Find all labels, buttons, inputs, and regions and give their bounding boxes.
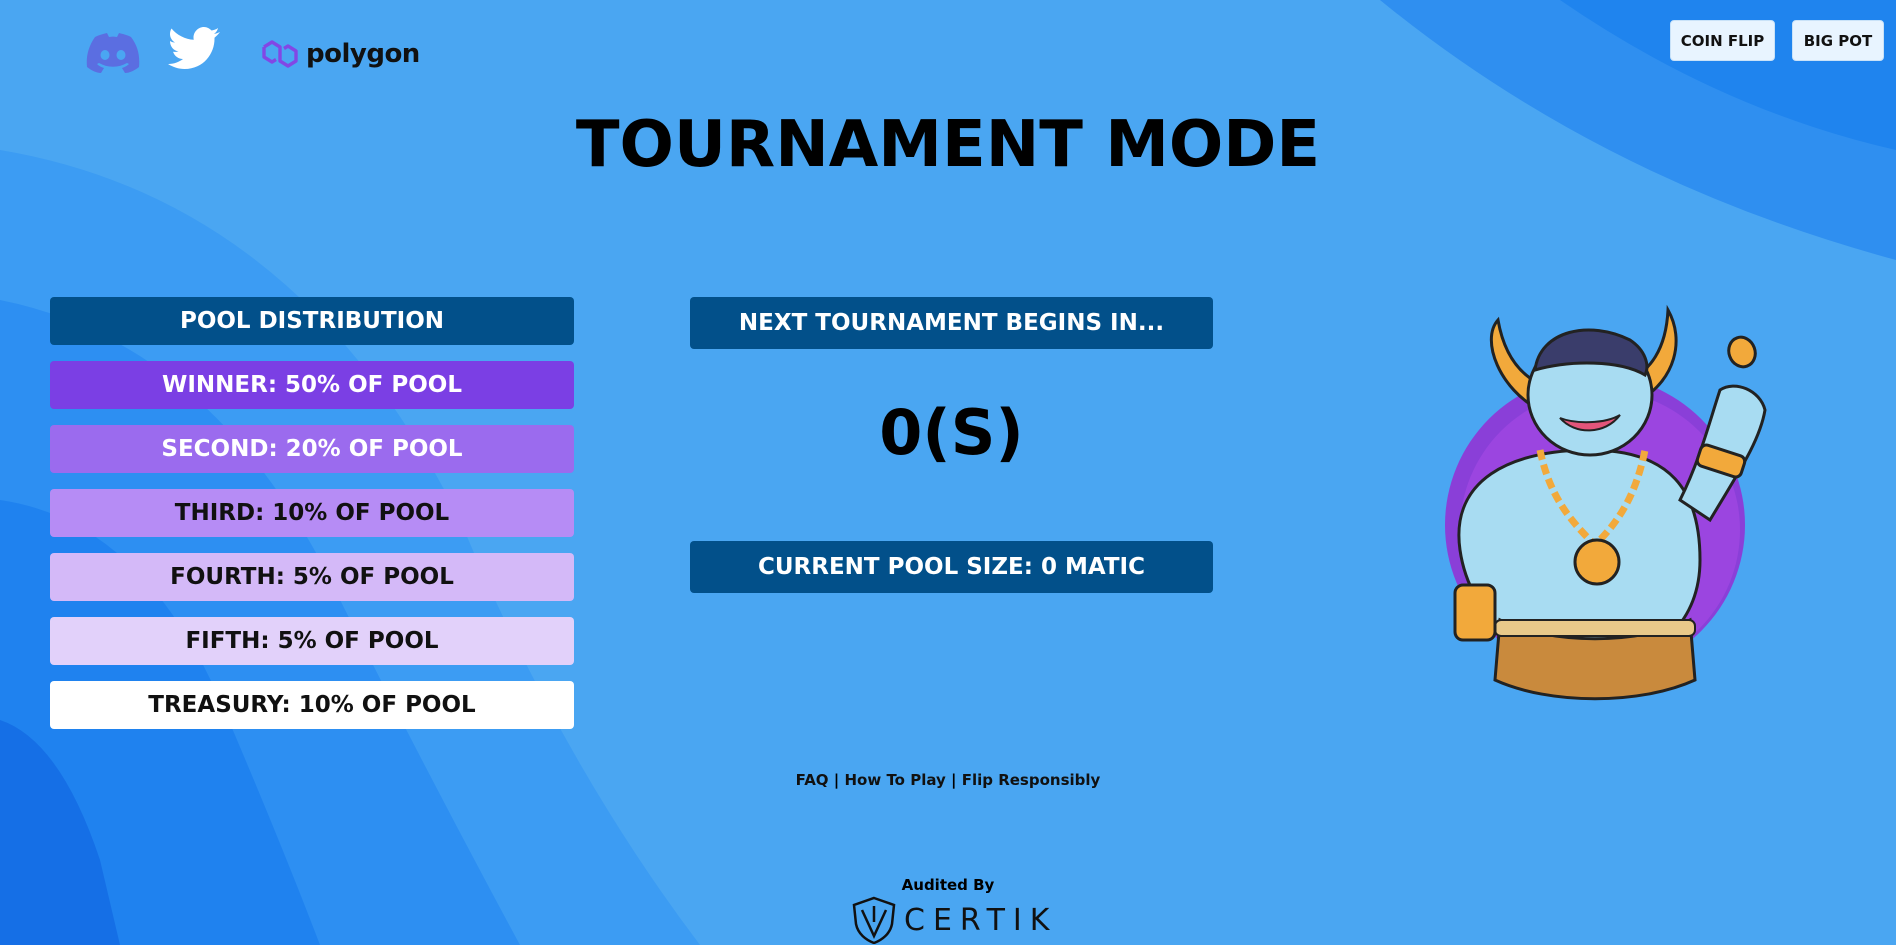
polygon-logo[interactable]: polygon — [260, 34, 420, 74]
next-tournament-label: NEXT TOURNAMENT BEGINS IN... — [690, 297, 1213, 349]
certik-logo[interactable]: CERTIK — [852, 896, 1057, 944]
distribution-row-treasury: TREASURY: 10% OF POOL — [50, 681, 574, 729]
twitter-icon[interactable] — [168, 27, 220, 71]
polygon-wordmark: polygon — [306, 39, 420, 69]
pool-distribution-header: POOL DISTRIBUTION — [50, 297, 574, 345]
coin-flip-button[interactable]: COIN FLIP — [1670, 20, 1775, 61]
footer-separator: | — [828, 771, 845, 789]
distribution-row-fifth: FIFTH: 5% OF POOL — [50, 617, 574, 665]
polygon-icon — [262, 40, 298, 68]
certik-shield-icon — [852, 896, 896, 944]
faq-link[interactable]: FAQ — [796, 771, 829, 789]
flip-responsibly-link[interactable]: Flip Responsibly — [962, 771, 1101, 789]
distribution-row-fourth: FOURTH: 5% OF POOL — [50, 553, 574, 601]
distribution-row-winner: WINNER: 50% OF POOL — [50, 361, 574, 409]
pool-distribution-panel: POOL DISTRIBUTION WINNER: 50% OF POOL SE… — [50, 297, 574, 745]
page-title: TOURNAMENT MODE — [575, 108, 1321, 182]
countdown-timer: 0(S) — [879, 396, 1024, 469]
footer-links: FAQ | How To Play | Flip Responsibly — [0, 771, 1896, 789]
footer-separator: | — [945, 771, 962, 789]
bull-mascot-illustration — [1400, 300, 1800, 715]
big-pot-button[interactable]: BIG POT — [1792, 20, 1884, 61]
discord-icon[interactable] — [86, 33, 140, 73]
certik-wordmark: CERTIK — [904, 902, 1058, 938]
distribution-row-third: THIRD: 10% OF POOL — [50, 489, 574, 537]
distribution-row-second: SECOND: 20% OF POOL — [50, 425, 574, 473]
how-to-play-link[interactable]: How To Play — [845, 771, 946, 789]
audited-by-label: Audited By — [901, 876, 995, 894]
current-pool-size: CURRENT POOL SIZE: 0 MATIC — [690, 541, 1213, 593]
